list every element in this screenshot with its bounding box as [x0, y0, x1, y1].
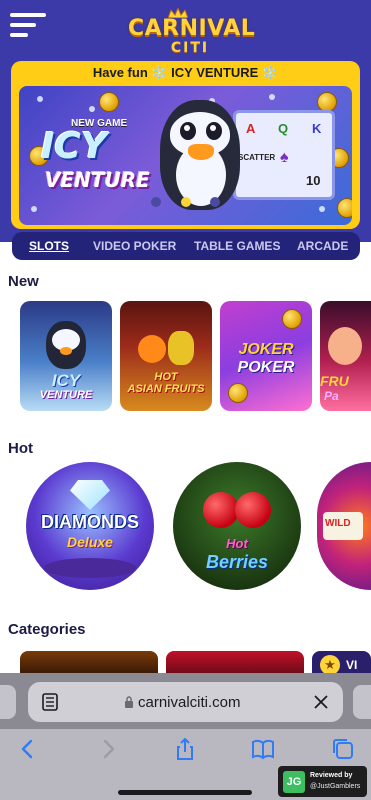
game-title-venture: VENTURE	[45, 168, 150, 192]
star-icon: ★	[320, 655, 340, 675]
url-text[interactable]: carnivalciti.com	[138, 694, 241, 712]
section-title-new: New	[8, 273, 39, 290]
slot-machine-preview: A Q K SCATTER ♠ 10	[233, 110, 335, 200]
section-title-hot: Hot	[8, 440, 33, 457]
game-card-diamonds-deluxe[interactable]: DIAMONDS Deluxe	[26, 462, 154, 590]
game-card-hot-asian-fruits[interactable]: HOT ASIAN FRUITS	[120, 301, 212, 411]
site-header: CARNIVAL CITI Have fun ❄️ ICY VENTURE ❄️…	[0, 0, 371, 242]
forward-arrow-icon[interactable]	[96, 737, 120, 761]
game-card-joker-poker[interactable]: JOKER POKER	[220, 301, 312, 411]
home-indicator	[118, 790, 252, 795]
previous-tab-edge[interactable]	[0, 685, 16, 719]
tab-table-games[interactable]: TABLE GAMES	[194, 239, 280, 253]
penguin-mascot	[154, 94, 246, 214]
badge-line2: @JustGamblers	[310, 783, 361, 790]
tab-video-poker[interactable]: VIDEO POKER	[93, 239, 176, 253]
tab-arcade[interactable]: ARCADE	[297, 239, 348, 253]
lock-icon	[125, 696, 133, 708]
share-icon[interactable]	[173, 737, 197, 761]
badge-line1: Reviewed by	[310, 772, 353, 779]
tab-slots[interactable]: SLOTS	[29, 239, 69, 253]
address-bar[interactable]: carnivalciti.com	[28, 682, 343, 722]
close-icon[interactable]	[314, 695, 328, 709]
reviewed-by-badge[interactable]: JG Reviewed by @JustGamblers	[278, 766, 367, 797]
carousel-dots	[0, 197, 371, 209]
game-card-icy-venture[interactable]: ICY VENTURE	[20, 301, 112, 411]
game-category-tabs: SLOTS VIDEO POKER TABLE GAMES ARCADE	[12, 232, 360, 260]
section-title-categories: Categories	[8, 621, 86, 638]
next-tab-edge[interactable]	[353, 685, 371, 719]
bookmarks-icon[interactable]	[251, 737, 275, 761]
gold-coin-icon	[99, 92, 119, 112]
browser-address-area: carnivalciti.com	[0, 673, 371, 729]
carnival-citi-logo[interactable]: CARNIVAL CITI	[128, 8, 256, 56]
carousel-dot[interactable]	[151, 197, 161, 207]
game-card-wild[interactable]: WILD	[317, 462, 371, 590]
reader-icon[interactable]	[42, 693, 58, 711]
logo-text-citi: CITI	[170, 40, 210, 56]
logo-text-carnival: CARNIVAL	[128, 16, 256, 41]
back-arrow-icon[interactable]	[16, 737, 40, 761]
banner-title: Have fun ❄️ ICY VENTURE ❄️	[92, 65, 279, 80]
game-card-hot-berries[interactable]: Hot Berries	[173, 462, 301, 590]
carousel-dot-active[interactable]	[181, 197, 191, 207]
hamburger-menu-icon[interactable]	[10, 13, 46, 39]
carousel-dot[interactable]	[210, 197, 220, 207]
tabs-icon[interactable]	[331, 737, 355, 761]
game-title-icy: ICY	[41, 126, 107, 167]
game-card-fruit-party[interactable]: FRU Pa	[320, 301, 371, 411]
gold-coin-icon	[317, 92, 337, 112]
justgamblers-logo: JG	[283, 771, 305, 793]
